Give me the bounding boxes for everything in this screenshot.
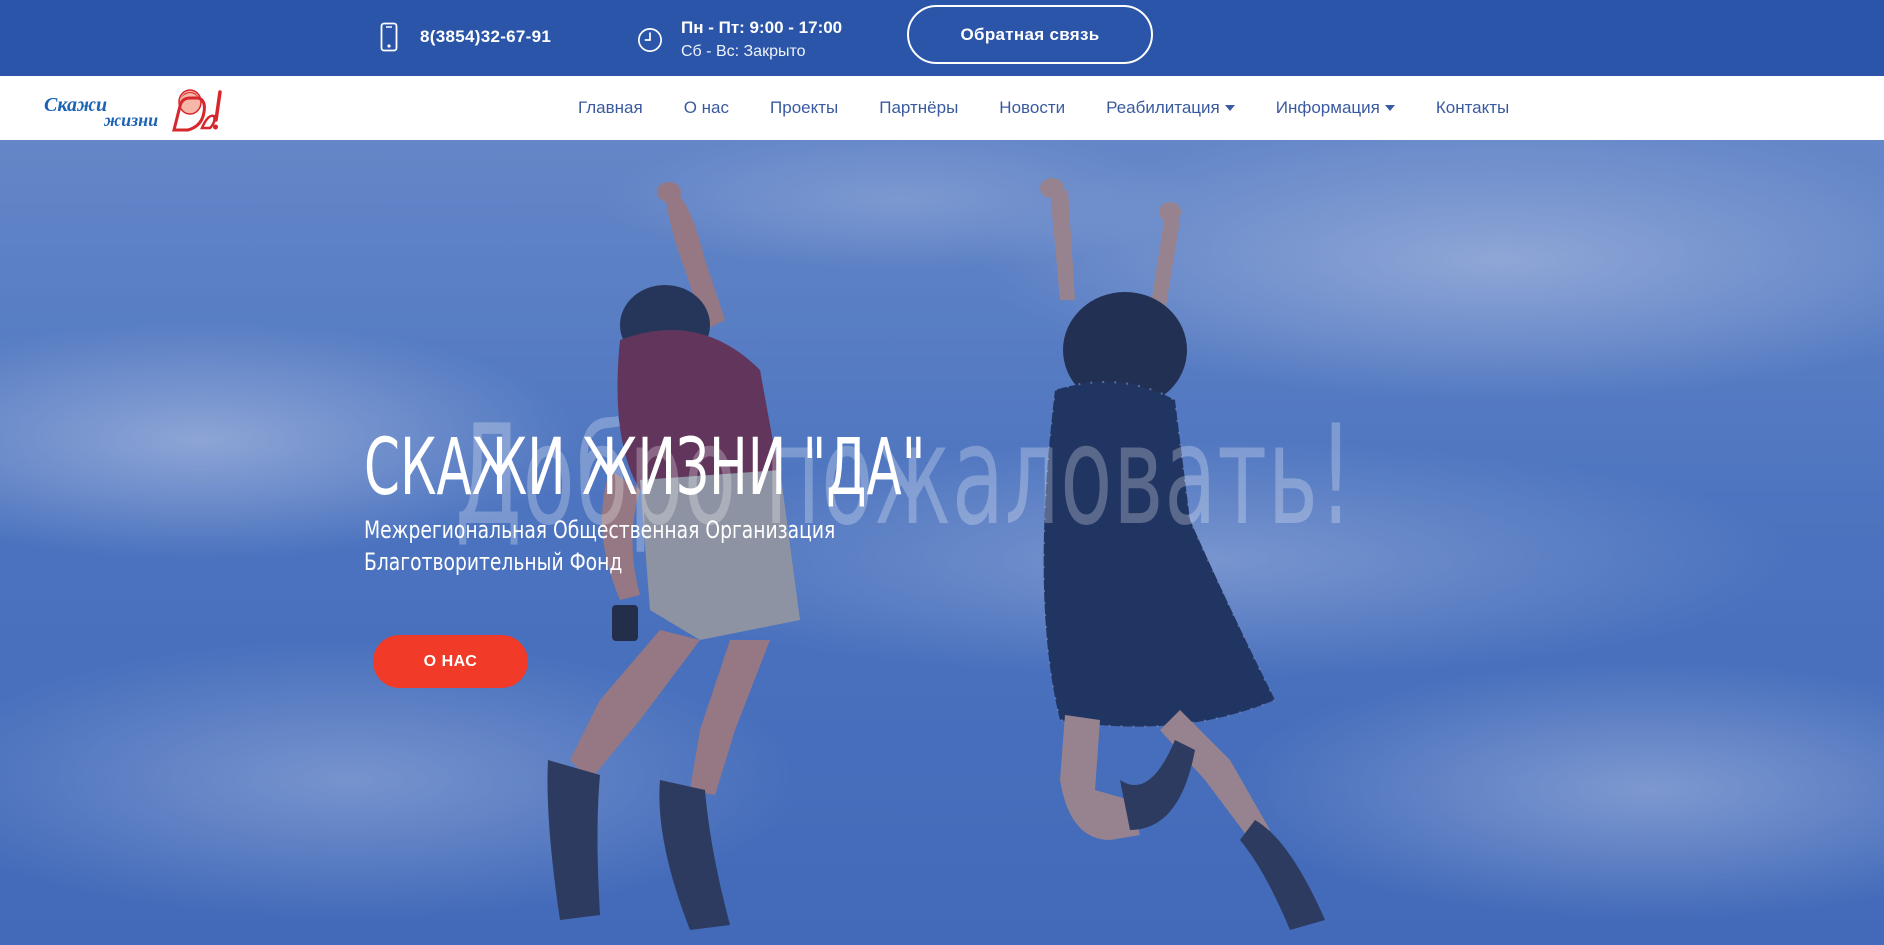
nav-item-label: О нас bbox=[683, 98, 730, 117]
nav-item-rehabilitation[interactable]: Реабилитация bbox=[1106, 98, 1235, 118]
about-us-button[interactable]: О НАС bbox=[373, 635, 528, 688]
caret-down-icon bbox=[1384, 105, 1395, 111]
nav-item-partners[interactable]: Партнёры bbox=[879, 98, 958, 118]
contact-phone[interactable]: 8(3854)32-67-91 bbox=[376, 20, 551, 54]
nav-item-label: Информация bbox=[1275, 98, 1380, 117]
hero-title: СКАЖИ ЖИЗНИ "ДА" bbox=[364, 423, 926, 513]
hero-subtitle-line2: Благотворительный Фонд bbox=[364, 548, 623, 576]
nav-item-label: Контакты bbox=[1435, 98, 1510, 117]
hero-subtitle: Межрегиональная Общественная Организация… bbox=[364, 514, 835, 578]
phone-number[interactable]: 8(3854)32-67-91 bbox=[420, 27, 551, 47]
feedback-button[interactable]: Обратная связь bbox=[907, 5, 1153, 64]
weekday-hours: Пн - Пт: 9:00 - 17:00 bbox=[681, 18, 843, 37]
site-logo[interactable]: Скажи жизни bbox=[40, 82, 230, 132]
weekend-hours: Сб - Вс: Закрыто bbox=[681, 43, 806, 60]
logo-word-zhizni: жизни bbox=[104, 110, 159, 130]
main-navbar: Скажи жизни Главная О нас Проекты Партнё… bbox=[0, 76, 1884, 140]
nav-item-news[interactable]: Новости bbox=[999, 98, 1065, 118]
nav-item-information[interactable]: Информация bbox=[1276, 98, 1395, 118]
nav-item-contacts[interactable]: Контакты bbox=[1436, 98, 1509, 118]
nav-item-label: Проекты bbox=[770, 98, 839, 117]
nav-item-about[interactable]: О нас bbox=[684, 98, 729, 118]
nav-item-label: Партнёры bbox=[879, 98, 959, 117]
logo-da-mark bbox=[168, 86, 224, 132]
nav-menu: Главная О нас Проекты Партнёры Новости Р… bbox=[578, 76, 1550, 140]
nav-item-projects[interactable]: Проекты bbox=[770, 98, 838, 118]
nav-item-label: Главная bbox=[578, 98, 643, 117]
phone-icon bbox=[376, 20, 402, 54]
clock-icon bbox=[637, 23, 663, 57]
top-bar: 8(3854)32-67-91 Пн - Пт: 9:00 - 17:00 Сб… bbox=[0, 0, 1884, 76]
caret-down-icon bbox=[1224, 105, 1235, 111]
nav-item-home[interactable]: Главная bbox=[578, 98, 643, 118]
hero-subtitle-line1: Межрегиональная Общественная Организация bbox=[364, 516, 836, 544]
logo-word-skazhi: Скажи bbox=[44, 94, 108, 116]
nav-item-label: Новости bbox=[999, 98, 1066, 117]
hero-section: Добро пожаловать! СКАЖИ ЖИЗНИ "ДА" Межре… bbox=[0, 140, 1884, 945]
nav-item-label: Реабилитация bbox=[1106, 98, 1220, 117]
working-hours: Пн - Пт: 9:00 - 17:00 Сб - Вс: Закрыто bbox=[637, 16, 842, 64]
